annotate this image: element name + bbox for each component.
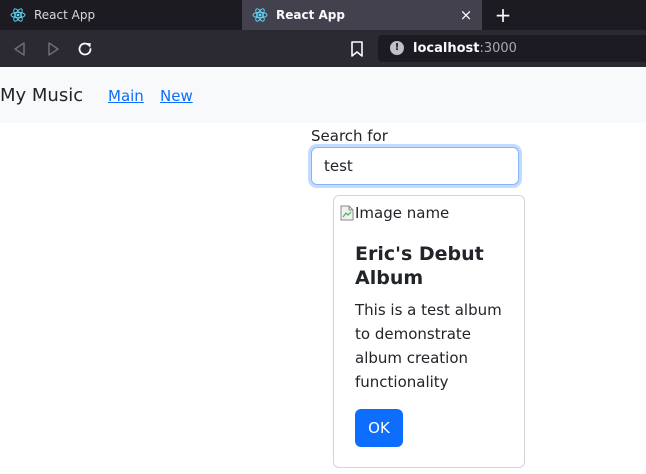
broken-image-icon [340,205,354,221]
search-label: Search for [311,127,388,145]
browser-toolbar: ! localhost:3000 [0,30,646,67]
back-arrow-icon[interactable] [10,39,30,59]
nav-link-main[interactable]: Main [108,87,144,105]
forward-arrow-icon[interactable] [43,39,63,59]
search-input[interactable] [311,147,519,185]
address-bar[interactable]: ! localhost:3000 [378,35,646,62]
album-image: Image name [340,204,449,222]
app-navbar: My Music Main New [0,67,646,123]
page-content: My Music Main New Search for Image name … [0,67,646,474]
url-text: localhost:3000 [413,41,517,56]
react-icon [252,8,268,22]
tab-title: React App [276,8,345,22]
album-title: Eric's Debut Album [355,243,484,289]
new-tab-icon[interactable]: + [492,5,514,25]
bookmark-icon[interactable] [349,40,365,58]
reload-icon[interactable] [75,39,95,59]
browser-tab-strip: React App React App × + [0,0,646,30]
site-info-icon[interactable]: ! [390,41,404,55]
ok-button[interactable]: OK [355,409,403,447]
browser-tab-2-active[interactable]: React App × [242,0,482,30]
url-host: localhost [413,41,480,56]
nav-link-new[interactable]: New [160,87,193,105]
browser-tab-1[interactable]: React App [0,0,240,30]
image-alt-text: Image name [355,204,450,222]
close-tab-icon[interactable]: × [458,7,474,23]
album-description: This is a test album to demonstrate albu… [355,301,502,391]
url-port: :3000 [479,41,517,56]
tab-title: React App [34,8,96,22]
react-icon [10,8,26,22]
brand-title[interactable]: My Music [0,85,83,107]
album-card: Image name Eric's Debut Album This is a … [333,195,525,468]
